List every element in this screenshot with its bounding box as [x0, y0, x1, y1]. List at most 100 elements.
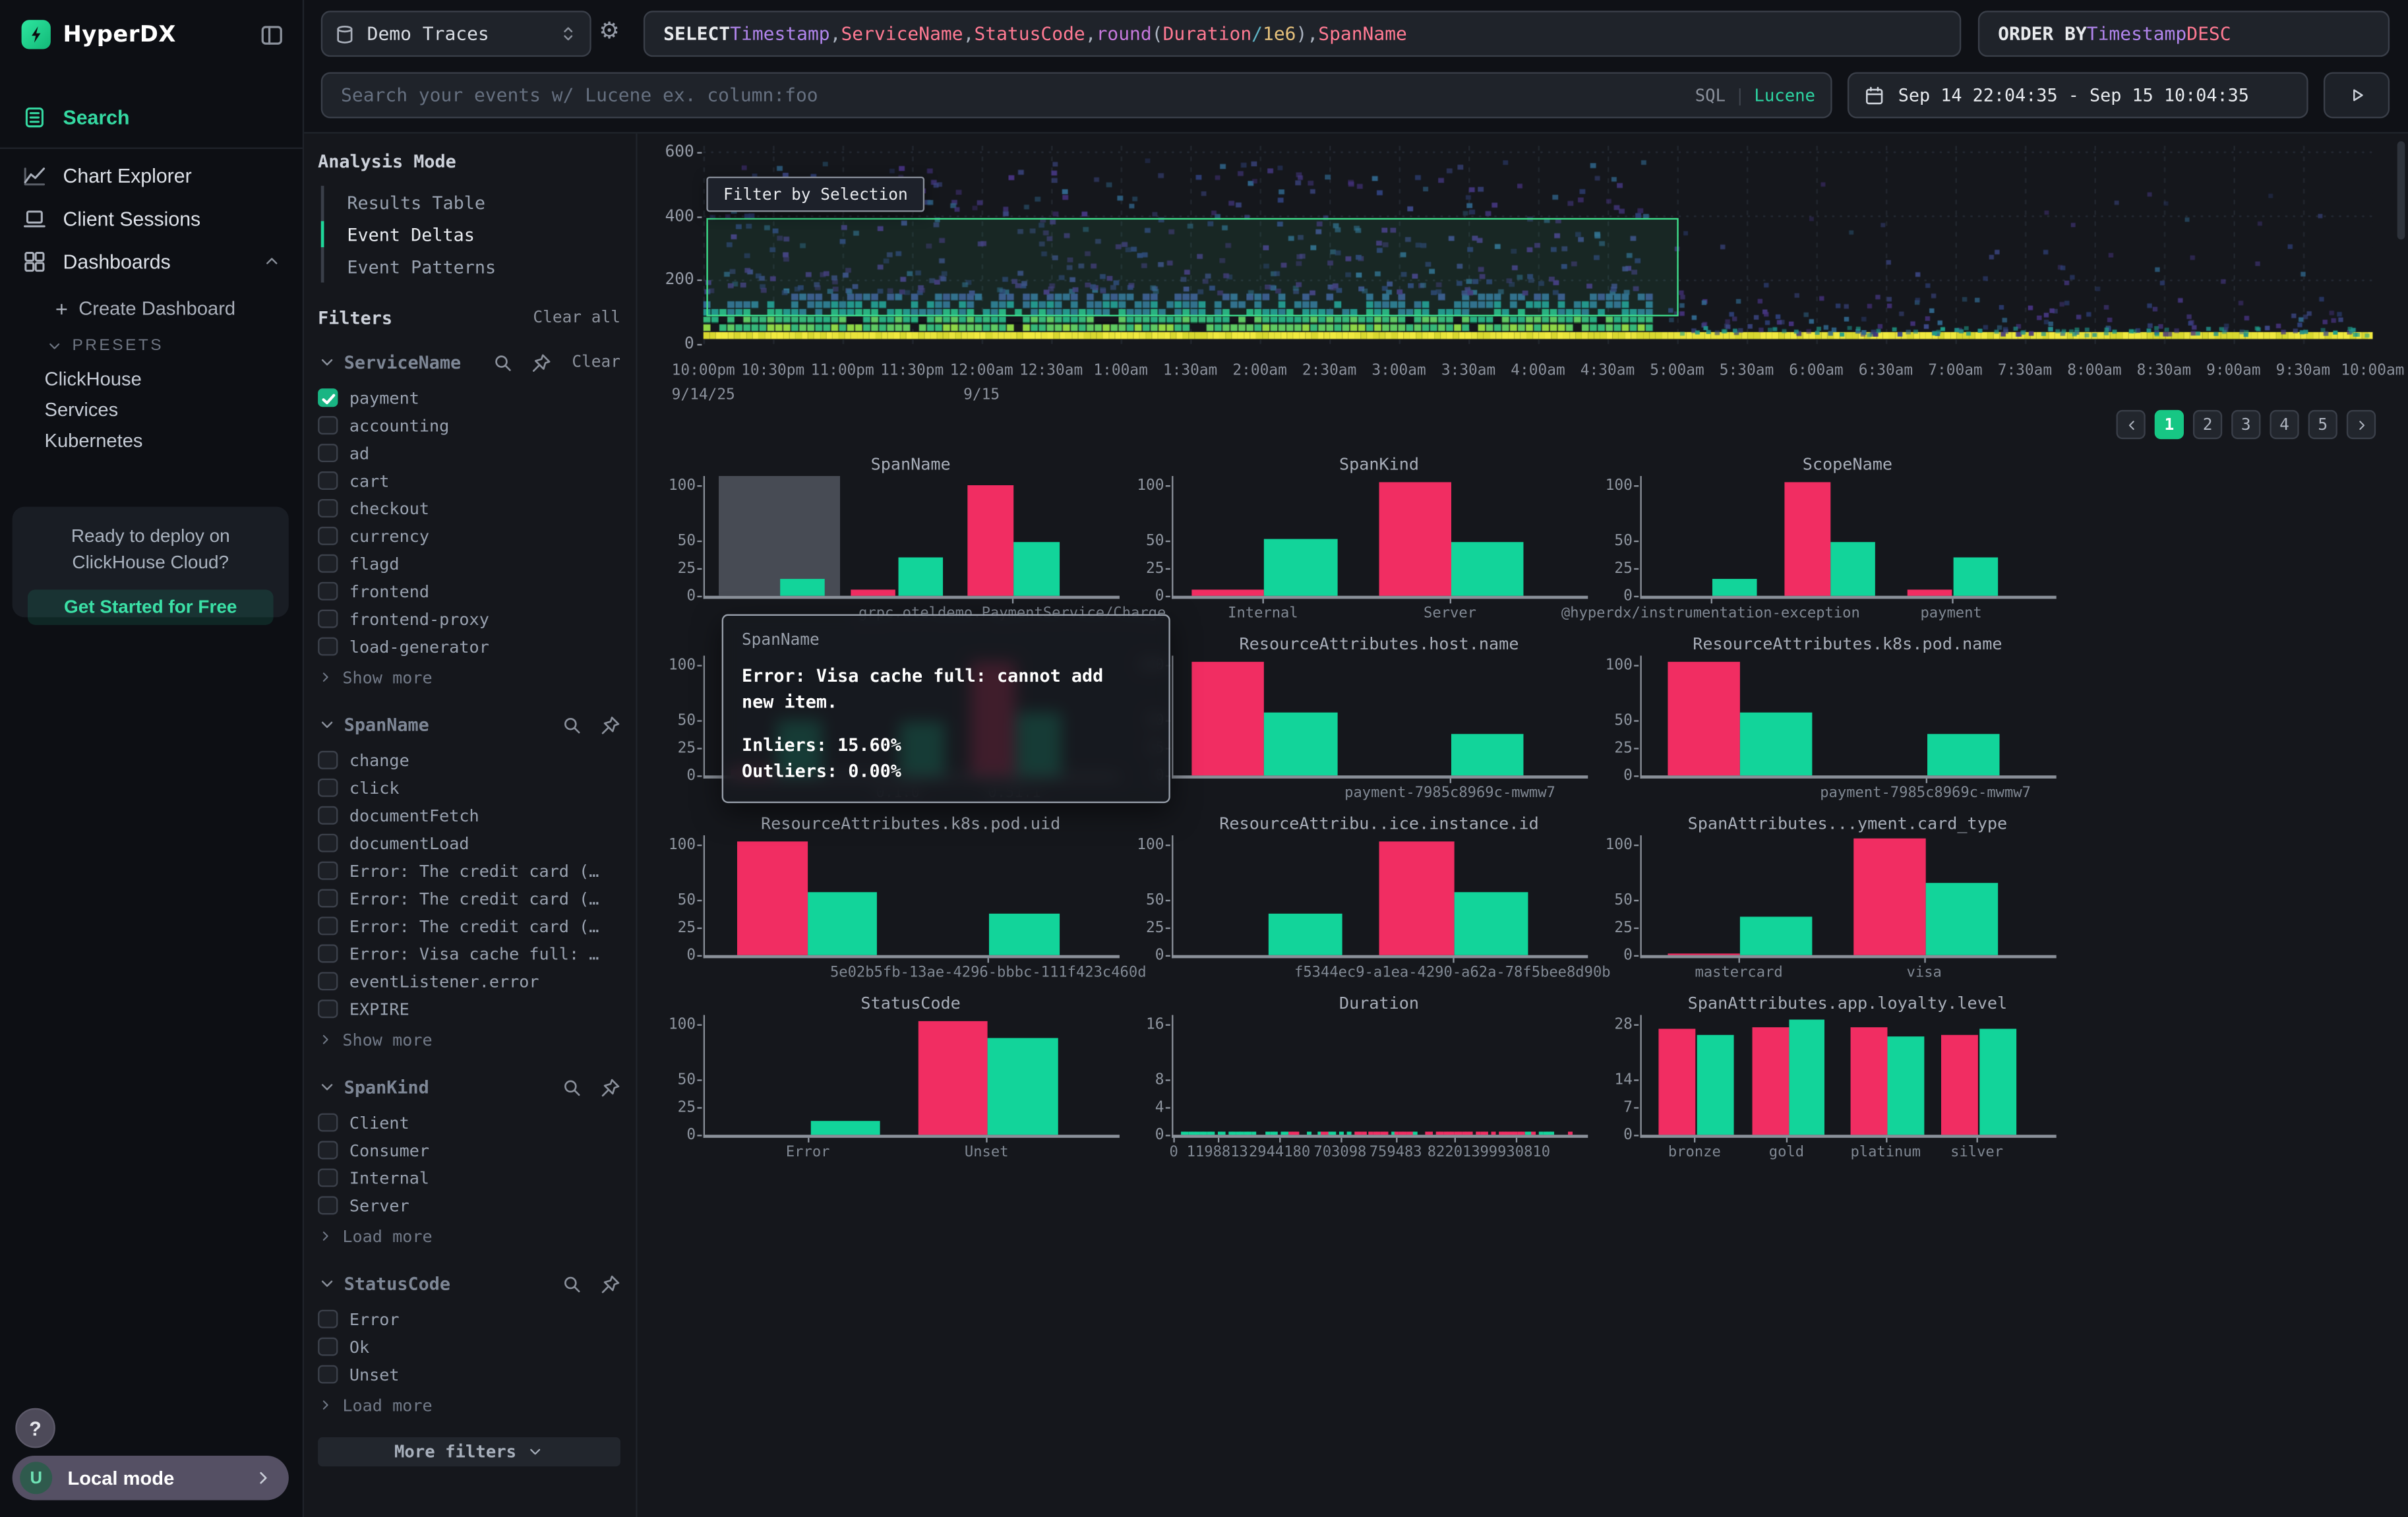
page-button-3[interactable]: 3: [2231, 410, 2260, 439]
order-by-input[interactable]: ORDER BY Timestamp DESC: [1978, 11, 2390, 57]
checkbox[interactable]: [318, 416, 337, 435]
bar-outlier[interactable]: [918, 1021, 988, 1135]
bar-outlier[interactable]: [968, 485, 1013, 595]
help-button[interactable]: ?: [15, 1408, 55, 1448]
checkbox[interactable]: [318, 1113, 337, 1132]
checkbox[interactable]: [318, 1309, 337, 1328]
lucene-toggle[interactable]: Lucene: [1754, 85, 1815, 105]
bar-outlier[interactable]: [1659, 1028, 1695, 1135]
create-dashboard-button[interactable]: +Create Dashboard: [0, 293, 303, 324]
bar-inlier[interactable]: [1888, 1036, 1924, 1135]
bar-outlier[interactable]: [1668, 661, 1740, 775]
search-input[interactable]: [338, 83, 1695, 107]
mode-event-patterns[interactable]: Event Patterns: [324, 251, 620, 283]
bar-inlier[interactable]: [1740, 916, 1812, 955]
sql-toggle[interactable]: SQL: [1695, 85, 1726, 105]
checkbox[interactable]: [318, 750, 337, 769]
filter-option-unset[interactable]: Unset: [318, 1361, 620, 1388]
filter-option-consumer[interactable]: Consumer: [318, 1137, 620, 1164]
filter-option-error-the-credit-card[interactable]: Error: The credit card (…: [318, 912, 620, 939]
checkbox[interactable]: [318, 972, 337, 991]
bar-inlier[interactable]: [1927, 733, 1999, 775]
bar-inlier[interactable]: [988, 1038, 1058, 1135]
select-query-input[interactable]: SELECT Timestamp, ServiceName, StatusCod…: [644, 11, 1961, 57]
sidebar-item-chart-explorer[interactable]: Chart Explorer: [0, 154, 303, 196]
sidebar-item-dashboards[interactable]: Dashboards: [0, 239, 303, 282]
filter-option-ok[interactable]: Ok: [318, 1333, 620, 1361]
filter-option-client[interactable]: Client: [318, 1109, 620, 1137]
bar-outlier[interactable]: [1752, 1026, 1788, 1135]
checkbox[interactable]: [318, 1168, 337, 1187]
filter-option-currency[interactable]: currency: [318, 522, 620, 550]
checkbox[interactable]: [318, 609, 337, 628]
bar-outlier[interactable]: [1192, 661, 1265, 775]
checkbox[interactable]: [318, 916, 337, 936]
bar-inlier[interactable]: [990, 913, 1060, 955]
bar-inlier[interactable]: [810, 1120, 880, 1135]
filter-option-load-generator[interactable]: load-generator: [318, 633, 620, 661]
bar-inlier[interactable]: [1451, 733, 1524, 775]
filter-option-internal[interactable]: Internal: [318, 1164, 620, 1191]
bar-inlier[interactable]: [897, 557, 943, 596]
page-button-2[interactable]: 2: [2193, 410, 2222, 439]
bar-outlier[interactable]: [1379, 481, 1451, 595]
heatmap-selection[interactable]: [706, 218, 1678, 316]
bar-outlier[interactable]: [1908, 589, 1953, 596]
checkbox[interactable]: [318, 1196, 337, 1215]
checkbox[interactable]: [318, 833, 337, 852]
filter-option-error-visa-cache-full[interactable]: Error: Visa cache full: …: [318, 939, 620, 967]
bar-inlier[interactable]: [1451, 543, 1524, 596]
checkbox[interactable]: [318, 1365, 337, 1384]
more-filters-button[interactable]: More filters: [318, 1437, 620, 1466]
sidebar-item-client-sessions[interactable]: Client Sessions: [0, 196, 303, 239]
checkbox[interactable]: [318, 526, 337, 545]
sidebar-preset-services[interactable]: Services: [0, 395, 303, 426]
bar-outlier[interactable]: [1942, 1034, 1978, 1135]
filter-option-frontend[interactable]: frontend: [318, 578, 620, 605]
bar-inlier[interactable]: [1952, 557, 1997, 596]
filter-option-change[interactable]: change: [318, 746, 620, 774]
bar-inlier[interactable]: [1712, 579, 1757, 595]
bar-outlier[interactable]: [850, 589, 895, 596]
filter-option-cart[interactable]: cart: [318, 467, 620, 494]
filter-option-error[interactable]: Error: [318, 1305, 620, 1333]
load-more-link[interactable]: Load more: [318, 1222, 620, 1250]
page-button-5[interactable]: 5: [2308, 410, 2337, 439]
checkbox[interactable]: [318, 388, 337, 407]
filter-option-documentfetch[interactable]: documentFetch: [318, 802, 620, 829]
local-mode-button[interactable]: U Local mode: [13, 1456, 289, 1501]
bar-inlier[interactable]: [1788, 1019, 1824, 1135]
sidebar-preset-kubernetes[interactable]: Kubernetes: [0, 425, 303, 456]
clear-all-button[interactable]: Clear all: [533, 309, 620, 327]
bar-outlier[interactable]: [1379, 841, 1454, 955]
bar-inlier[interactable]: [1265, 712, 1337, 775]
checkbox[interactable]: [318, 778, 337, 797]
filter-option-checkout[interactable]: checkout: [318, 494, 620, 522]
bar-outlier[interactable]: [1853, 839, 1925, 955]
bar-inlier[interactable]: [807, 892, 877, 955]
filter-option-click[interactable]: click: [318, 774, 620, 802]
bar-outlier[interactable]: [1192, 589, 1265, 596]
bar-inlier[interactable]: [1014, 543, 1060, 596]
bar-inlier[interactable]: [1268, 913, 1342, 955]
run-query-button[interactable]: [2324, 72, 2390, 118]
bar-inlier[interactable]: [1926, 883, 1998, 955]
checkbox[interactable]: [318, 471, 337, 490]
checkbox[interactable]: [318, 944, 337, 963]
show-more-link[interactable]: Show more: [318, 663, 620, 691]
bar-inlier[interactable]: [1265, 539, 1337, 596]
mode-event-deltas[interactable]: Event Deltas: [324, 218, 620, 251]
get-started-button[interactable]: Get Started for Free: [28, 589, 274, 625]
filter-option-server[interactable]: Server: [318, 1191, 620, 1219]
filter-by-selection-button[interactable]: Filter by Selection: [706, 177, 924, 212]
page-button-4[interactable]: 4: [2270, 410, 2299, 439]
clear-button[interactable]: Clear: [572, 353, 620, 372]
gear-icon[interactable]: ⚙: [599, 20, 619, 43]
page-next-button[interactable]: [2347, 410, 2376, 439]
presets-toggle[interactable]: PRESETS: [0, 330, 303, 361]
filter-option-documentload[interactable]: documentLoad: [318, 829, 620, 857]
checkbox[interactable]: [318, 498, 337, 518]
checkbox[interactable]: [318, 581, 337, 601]
checkbox[interactable]: [318, 1337, 337, 1356]
filter-option-ad[interactable]: ad: [318, 439, 620, 467]
